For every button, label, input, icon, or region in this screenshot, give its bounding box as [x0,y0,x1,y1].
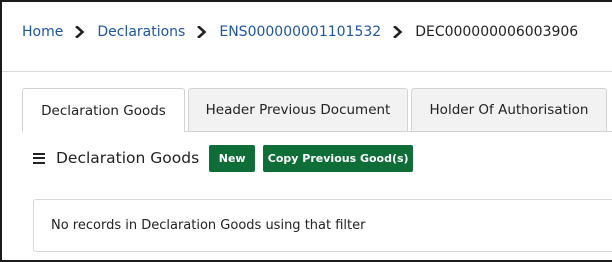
section-title: Declaration Goods [56,149,200,167]
breadcrumb-current-declaration: DEC000000006003906 [415,24,579,40]
tab-strip: Declaration Goods Header Previous Docume… [22,88,610,132]
tab-label: Declaration Goods [41,102,166,119]
new-button[interactable]: New [209,144,256,172]
header-divider [2,71,612,72]
tab-declaration-goods[interactable]: Declaration Goods [22,88,185,132]
hamburger-menu-icon[interactable] [33,152,45,164]
tab-label: Header Previous Document [205,102,391,118]
empty-state-panel: No records in Declaration Goods using th… [33,199,612,252]
breadcrumb-home-link[interactable]: Home [22,24,63,40]
breadcrumb-ens-link[interactable]: ENS000000001101532 [219,24,381,40]
tab-label: Holder Of Authorisation [429,102,589,118]
empty-state-message: No records in Declaration Goods using th… [51,218,366,233]
chevron-right-icon [185,22,219,42]
tab-holder-of-authorisation[interactable]: Holder Of Authorisation [411,88,607,131]
chevron-right-icon [381,22,415,42]
tab-header-previous-document[interactable]: Header Previous Document [188,88,408,131]
chevron-right-icon [63,22,97,42]
copy-previous-goods-button[interactable]: Copy Previous Good(s) [263,144,414,172]
section-header: Declaration Goods New Copy Previous Good… [33,144,414,172]
breadcrumb: Home Declarations ENS000000001101532 DEC… [22,20,578,44]
breadcrumb-declarations-link[interactable]: Declarations [97,24,185,40]
